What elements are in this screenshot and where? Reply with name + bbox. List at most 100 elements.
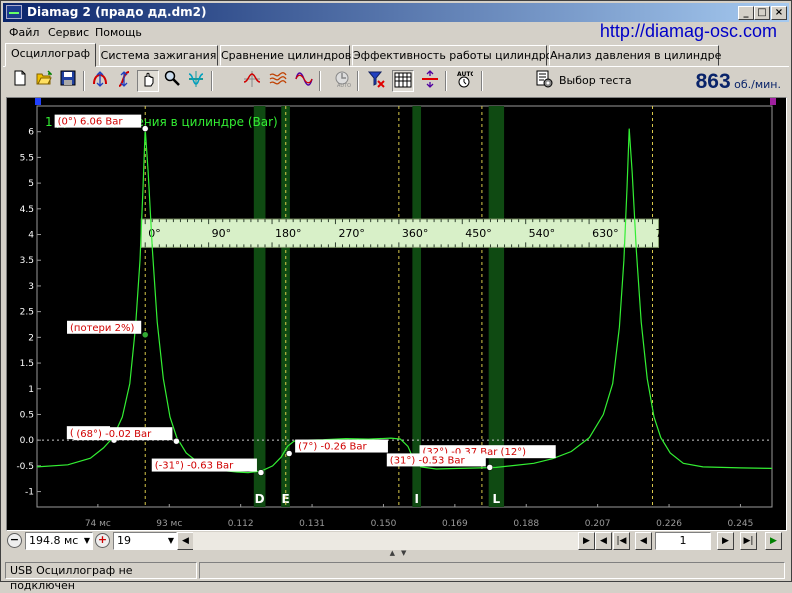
status-bar: USB Осциллограф не подключен [3, 560, 789, 592]
channel-2-marker [770, 98, 776, 105]
rpm-value: 863 [695, 70, 731, 93]
menu-help[interactable]: Помощь [95, 26, 142, 39]
grid-icon[interactable] [392, 70, 414, 92]
x-tick-label: 0.245 [728, 519, 754, 529]
tab-bar: Осциллограф Система зажигания Сравнение … [5, 43, 789, 67]
autoscale-vertical-icon[interactable] [89, 70, 111, 92]
next-page-button[interactable]: ▶ [717, 532, 734, 550]
scroll-left-button[interactable]: ◀ [177, 532, 194, 550]
toolbar-separator [319, 71, 321, 91]
toolbar-separator [481, 71, 483, 91]
menu-file[interactable]: Файл [9, 26, 39, 39]
tab-cylinder-comparison[interactable]: Сравнение цилиндров [220, 45, 351, 66]
y-tick-label: 6 [28, 128, 34, 138]
tab-cylinder-pressure-analysis[interactable]: Анализ давления в цилиндре [549, 45, 721, 66]
marker-point [141, 331, 149, 339]
valve-zone-label: L [493, 492, 501, 506]
open-folder-icon[interactable] [33, 70, 55, 92]
valve-zone-label: I [414, 492, 418, 506]
time-per-div-value: 194.8 мс [29, 534, 79, 547]
page-number-field[interactable]: 1 [655, 532, 711, 550]
y-tick-label: 1 [28, 385, 34, 395]
y-tick-label: -0.5 [16, 462, 34, 472]
save-icon[interactable] [57, 70, 79, 92]
close-button[interactable]: × [771, 6, 787, 20]
zoom-out-time-button[interactable]: − [7, 533, 22, 548]
cursor-mode-icon[interactable] [185, 70, 207, 92]
menu-service[interactable]: Сервис [48, 26, 89, 39]
waveform-overlay-icon[interactable] [267, 70, 289, 92]
maximize-button[interactable]: □ [754, 6, 770, 20]
tab-cylinder-efficiency[interactable]: Эффективность работы цилиндров [352, 45, 559, 66]
prev-page-button[interactable]: ◀ [635, 532, 652, 550]
tab-ignition-system[interactable]: Система зажигания [99, 45, 218, 66]
valve-zone-label: D [255, 492, 265, 506]
vertical-range-icon[interactable] [113, 70, 135, 92]
marker-label: (7°) -0.26 Bar [298, 442, 367, 453]
channel-select-value: 19 [117, 534, 131, 547]
toolbar-separator [83, 71, 85, 91]
play-button[interactable]: ▶ [765, 532, 782, 550]
toolbar-separator [445, 71, 447, 91]
y-tick-label: 4.5 [20, 205, 34, 215]
cursor-lines-icon[interactable] [419, 70, 441, 92]
title-bar[interactable]: Diamag 2 (прадо дд.dm2) _ □ × [3, 3, 789, 22]
channel-1-marker [35, 98, 41, 105]
toolbar-separator [211, 71, 213, 91]
waveform-sine-icon[interactable] [293, 70, 315, 92]
horizontal-scrollbar[interactable] [193, 532, 593, 550]
rpm-readout: 863 об./мин. [696, 70, 781, 94]
y-tick-label: 5.5 [20, 153, 34, 163]
x-tick-label: 0.169 [442, 519, 468, 529]
test-select-label[interactable]: Выбор теста [559, 74, 632, 87]
x-tick-label: 0.131 [299, 519, 325, 529]
play-back-button[interactable]: ◀ [595, 532, 612, 550]
new-file-icon[interactable] [9, 70, 31, 92]
filter-icon[interactable] [365, 70, 387, 92]
auto-trigger-icon[interactable]: AUTO [331, 70, 353, 92]
x-tick-label: 0.150 [371, 519, 397, 529]
app-window: Diamag 2 (прадо дд.dm2) _ □ × Файл Серви… [0, 0, 792, 592]
oscilloscope-plot[interactable]: DEIL65.554.543.532.521.510.50.0-0.5-174 … [6, 97, 787, 531]
auto-timer-icon[interactable]: AUTO [453, 70, 476, 92]
waveform-compare-icon[interactable] [241, 70, 263, 92]
crank-degree-label: 90° [212, 227, 232, 240]
y-tick-label: -1 [25, 488, 34, 498]
y-tick-label: 3.5 [20, 256, 34, 266]
crank-degree-label: 450° [465, 227, 492, 240]
crank-degree-label: 630° [592, 227, 619, 240]
hand-pan-icon[interactable] [137, 70, 159, 92]
x-tick-label: 93 мс [156, 519, 182, 529]
time-per-div-select[interactable]: 194.8 мс ▼ [25, 532, 93, 550]
minimize-button[interactable]: _ [738, 6, 754, 20]
x-tick-label: 0.112 [228, 519, 254, 529]
marker-point [257, 469, 265, 476]
y-tick-label: 1.5 [20, 359, 34, 369]
test-select-icon[interactable] [533, 70, 555, 92]
valve-zone [253, 106, 266, 507]
crank-degree-label: 540° [529, 227, 556, 240]
marker-label: (31°) -0.53 Bar [390, 455, 466, 466]
rpm-unit: об./мин. [734, 78, 781, 91]
y-tick-label: 2.5 [20, 308, 34, 318]
last-page-button[interactable]: ▶| [740, 532, 757, 550]
x-tick-label: 0.207 [585, 519, 611, 529]
marker-label: (потери 2%) [70, 323, 134, 334]
scroll-right-button[interactable]: ▶ [578, 532, 595, 550]
zoom-icon[interactable] [161, 70, 183, 92]
marker-point [141, 125, 149, 132]
tab-oscilloscope[interactable]: Осциллограф [5, 43, 96, 67]
channel-select[interactable]: 19 ▼ [113, 532, 177, 550]
first-page-button[interactable]: |◀ [613, 532, 630, 550]
splitter-grip[interactable]: ▲▼ [241, 550, 561, 557]
y-tick-label: 0.0 [20, 436, 35, 446]
svg-text:AUTO: AUTO [337, 83, 351, 88]
pressure-chart[interactable]: DEIL65.554.543.532.521.510.50.0-0.5-174 … [7, 98, 786, 530]
y-tick-label: 2 [28, 333, 34, 343]
status-panel [199, 562, 785, 579]
website-url[interactable]: http://diamag-osc.com [600, 21, 777, 42]
x-tick-label: 0.188 [513, 519, 539, 529]
zoom-in-time-button[interactable]: + [95, 533, 110, 548]
x-tick-label: 74 мс [85, 519, 111, 529]
marker-point [173, 437, 180, 445]
